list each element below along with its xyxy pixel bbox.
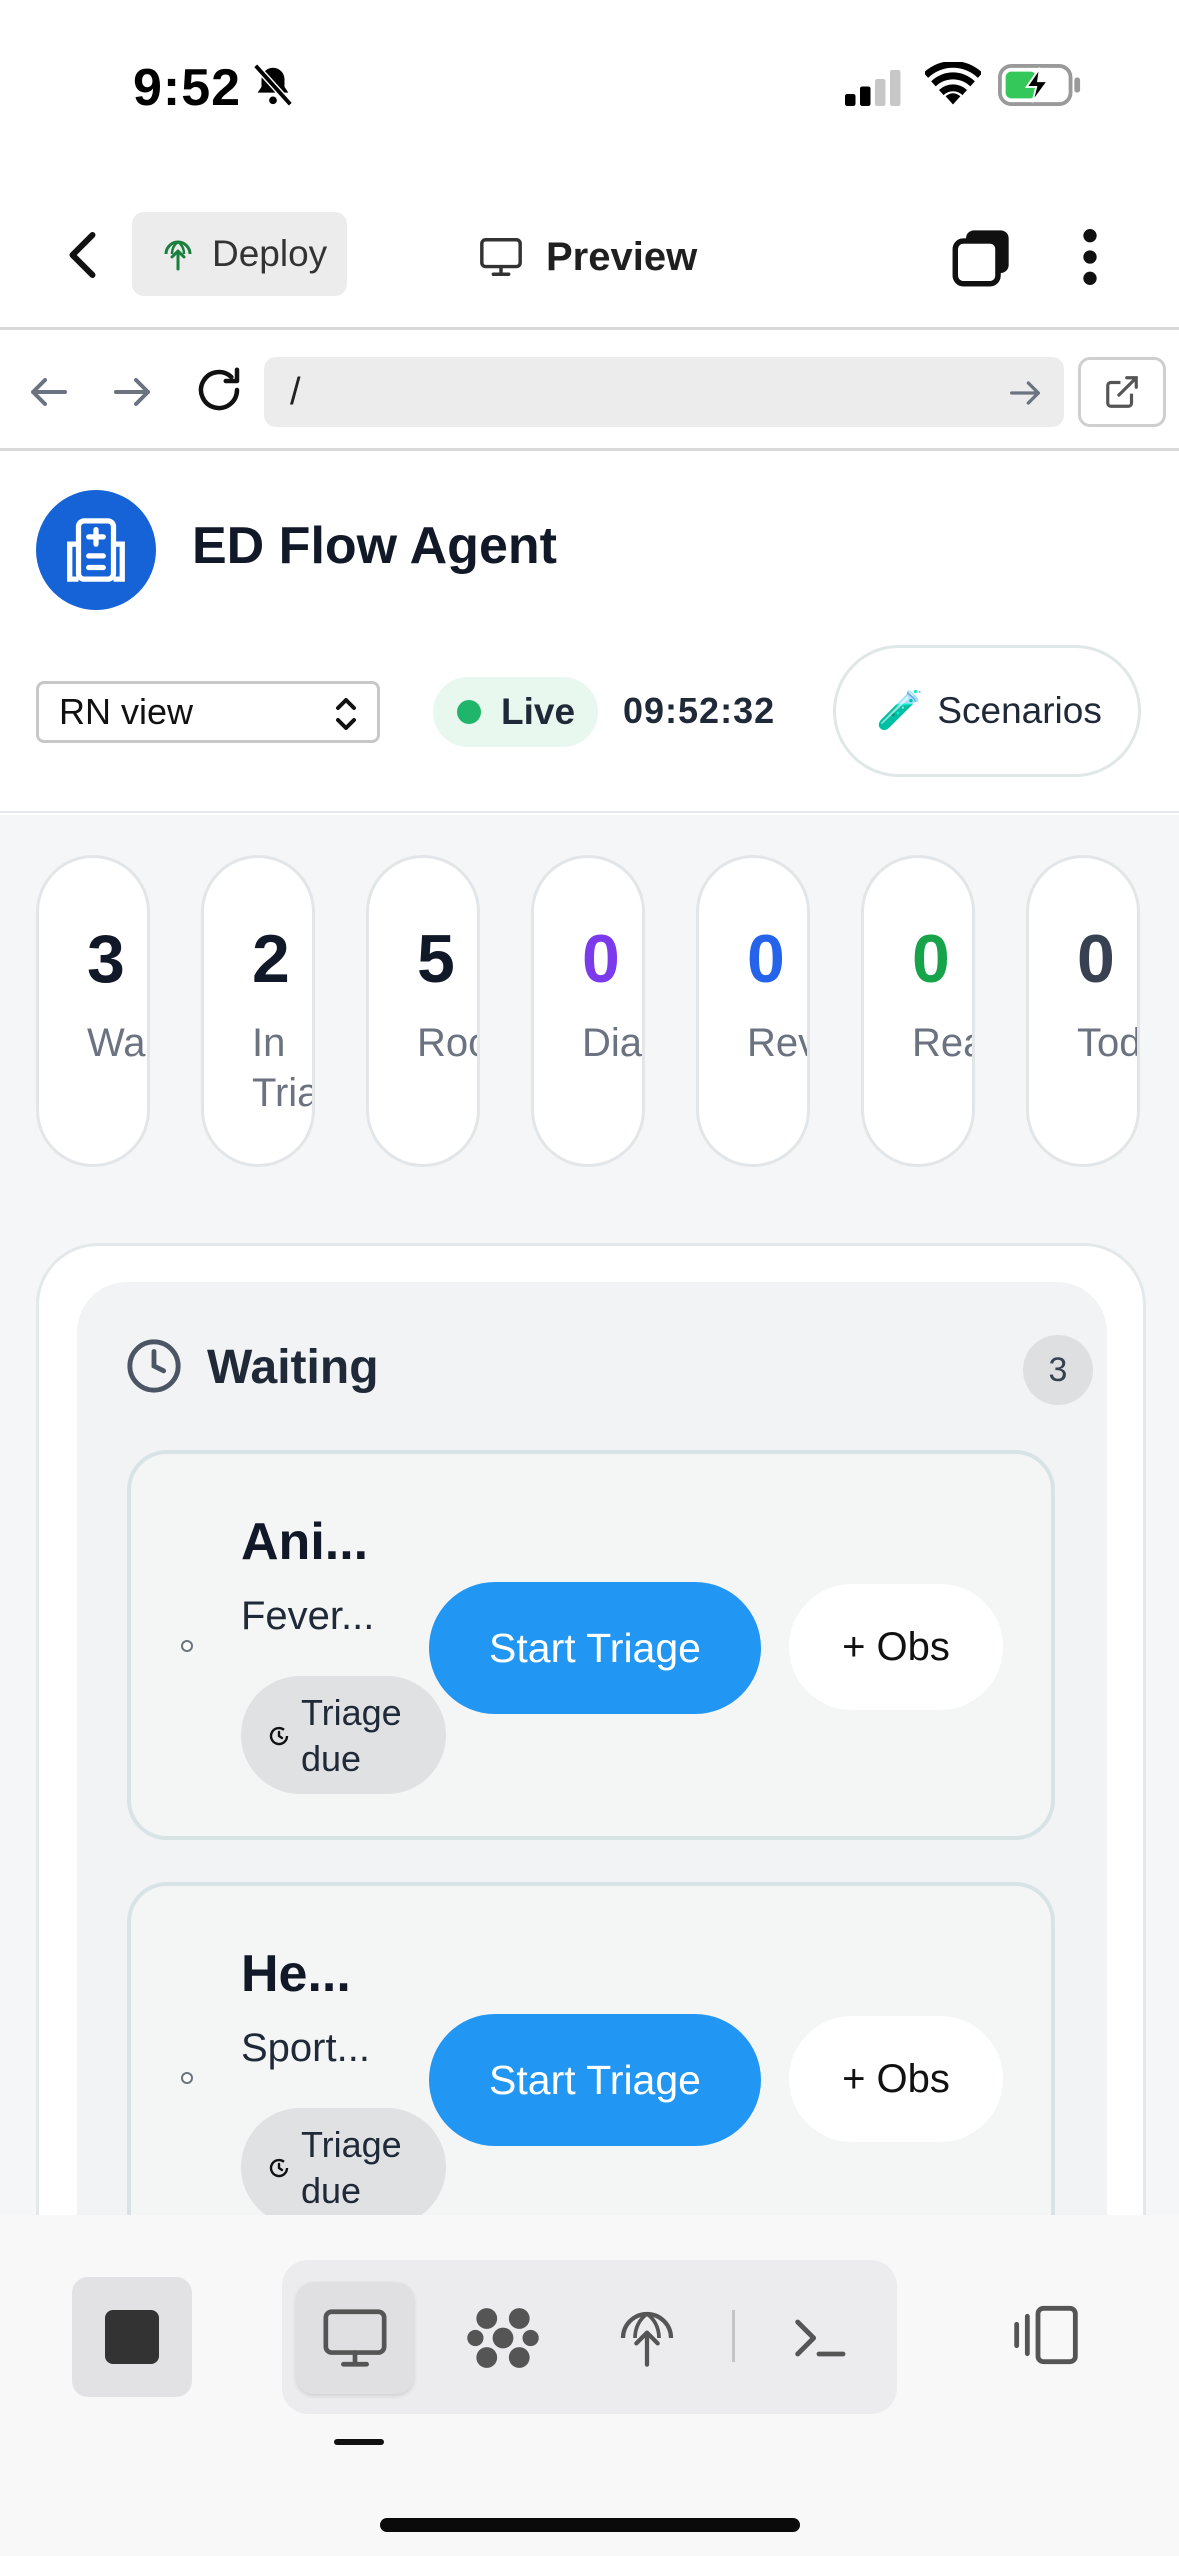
add-obs-button[interactable]: + Obs: [789, 2016, 1003, 2142]
stat-value: 2: [252, 921, 290, 997]
deploy-icon: [164, 240, 192, 271]
patient-name: Ani...: [241, 1513, 369, 1571]
stat-card[interactable]: 3 Waiting: [36, 855, 150, 1167]
bell-slash-icon: [253, 63, 293, 107]
role-select-value: RN view: [59, 691, 194, 732]
side-panel-icon[interactable]: [1010, 2303, 1082, 2367]
stat-card[interactable]: 0 Diagnostics: [531, 855, 645, 1167]
home-indicator: [380, 2518, 800, 2532]
board: Waiting 3 Ani... Fever... Triage due Sta…: [36, 1243, 1146, 2215]
patient-card[interactable]: He... Sport... Triage due Start Triage +…: [127, 1882, 1055, 2215]
stat-card[interactable]: 0 Review: [696, 855, 810, 1167]
stat-value: 0: [747, 921, 785, 997]
test-tube-icon: 🧪: [876, 690, 924, 732]
agent-tool-button[interactable]: [444, 2282, 562, 2394]
preview-tab[interactable]: Preview: [478, 222, 697, 292]
stat-card[interactable]: 2 In Triage: [201, 855, 315, 1167]
stat-card[interactable]: 0 Today: [1026, 855, 1140, 1167]
live-status-badge: Live: [433, 677, 598, 747]
stat-label: In Triage: [252, 1021, 312, 1115]
badge-label: Triage due: [301, 1692, 402, 1779]
stat-value: 0: [1077, 921, 1115, 997]
timer-icon: [269, 1726, 289, 1746]
role-select[interactable]: RN view: [36, 681, 380, 743]
stat-label: Diagnostics: [582, 1021, 643, 1065]
toolbar-divider: [732, 2310, 735, 2362]
deploy-icon: [620, 2311, 674, 2367]
start-triage-button[interactable]: Start Triage: [429, 2014, 761, 2146]
app-header-panel: ED Flow Agent RN view Live 09:52:32 🧪 Sc…: [0, 453, 1179, 813]
stat-label: Today: [1077, 1021, 1140, 1065]
live-label: Live: [501, 691, 576, 732]
stat-label: Waiting: [87, 1021, 150, 1065]
triage-due-badge: Triage due: [241, 1676, 446, 1794]
waiting-column: Waiting 3 Ani... Fever... Triage due Sta…: [77, 1282, 1107, 2215]
preview-tool-button[interactable]: [296, 2282, 414, 2394]
column-title: Waiting: [207, 1341, 379, 1394]
monitor-icon: [323, 2309, 387, 2367]
triage-due-badge: Triage due: [241, 2108, 446, 2215]
patient-complaint: Sport...: [241, 2026, 370, 2070]
more-vertical-icon[interactable]: [1070, 225, 1110, 289]
stat-card[interactable]: 5 Rooms: [366, 855, 480, 1167]
stat-value: 0: [582, 921, 620, 997]
url-field[interactable]: /: [264, 357, 1064, 427]
app-header: Deploy Preview: [0, 170, 1179, 330]
stat-label: Ready: [912, 1021, 972, 1065]
live-dot: [457, 700, 481, 724]
battery-charging-icon: [998, 64, 1081, 106]
cellular-signal-icon: [845, 70, 901, 106]
stat-card[interactable]: 0 Ready: [861, 855, 975, 1167]
scenarios-label: Scenarios: [937, 690, 1102, 731]
back-chevron-icon[interactable]: [55, 225, 115, 285]
deploy-tool-button[interactable]: [588, 2282, 706, 2394]
arrow-right-icon[interactable]: [108, 368, 156, 416]
arrow-left-icon[interactable]: [25, 368, 73, 416]
stat-value: 0: [912, 921, 950, 997]
patient-card[interactable]: Ani... Fever... Triage due Start Triage …: [127, 1450, 1055, 1840]
active-tab-indicator: [334, 2439, 384, 2445]
app-logo: [36, 490, 156, 610]
stop-button[interactable]: [72, 2277, 192, 2397]
clock: 09:52:32: [623, 690, 776, 731]
wifi-icon: [925, 62, 981, 105]
reload-icon[interactable]: [192, 363, 246, 417]
stat-label: Review: [747, 1021, 807, 1065]
tool-switcher: [282, 2260, 897, 2414]
bottom-toolbar: [0, 2215, 1179, 2556]
app-title: ED Flow Agent: [192, 517, 557, 575]
status-dot-icon: [181, 2072, 193, 2084]
preview-title: Preview: [546, 234, 698, 279]
chevron-up-down-icon: [336, 698, 356, 730]
monitor-icon: [480, 238, 522, 276]
deploy-label: Deploy: [212, 233, 328, 274]
scenarios-button[interactable]: 🧪 Scenarios: [833, 645, 1141, 777]
stat-value: 5: [417, 921, 455, 997]
stat-value: 3: [87, 921, 125, 997]
terminal-icon: [795, 2319, 846, 2357]
terminal-tool-button[interactable]: [760, 2282, 878, 2394]
patient-complaint: Fever...: [241, 1594, 375, 1638]
add-obs-button[interactable]: + Obs: [789, 1584, 1003, 1710]
column-count-badge: 3: [1023, 1335, 1093, 1405]
clock-icon: [127, 1339, 181, 1393]
agent-icon: [467, 2308, 539, 2368]
browser-toolbar: /: [0, 333, 1179, 451]
stop-icon: [105, 2310, 159, 2364]
status-bar: 9:52: [0, 0, 1179, 170]
start-triage-button[interactable]: Start Triage: [429, 1582, 761, 1714]
open-external-button[interactable]: [1078, 357, 1166, 427]
badge-label: Triage due: [301, 2124, 402, 2211]
patient-name: He...: [241, 1945, 351, 2003]
deploy-button[interactable]: Deploy: [132, 212, 347, 296]
status-time: 9:52: [133, 59, 242, 117]
main-content: 3 Waiting 2 In Triage 5 Rooms 0 Diagnostics 0 Rev…: [0, 815, 1179, 2215]
go-arrow-icon[interactable]: [1005, 373, 1045, 413]
timer-icon: [269, 2158, 289, 2178]
hospital-icon: [67, 518, 125, 582]
tabs-icon[interactable]: [950, 225, 1014, 289]
status-dot-icon: [181, 1640, 193, 1652]
stat-label: Rooms: [417, 1021, 477, 1065]
external-link-icon: [1106, 376, 1138, 408]
